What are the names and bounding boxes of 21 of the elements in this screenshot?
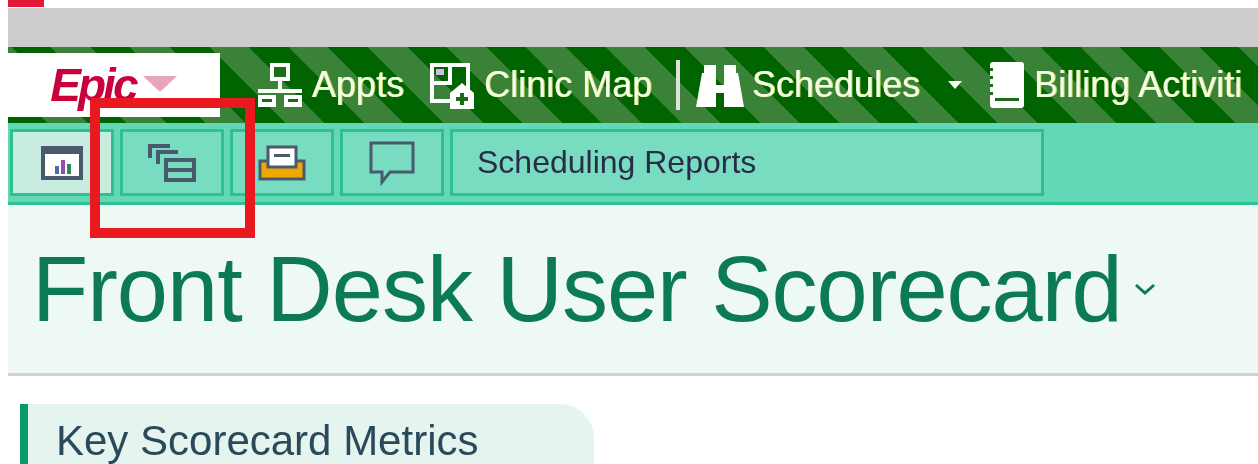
chevron-down-icon[interactable]	[1133, 283, 1156, 295]
speech-bubble-icon	[368, 139, 416, 186]
floor-plan-icon	[427, 61, 476, 109]
toolbar-button[interactable]: Appts	[247, 61, 412, 109]
tab[interactable]: Scheduling Reports	[450, 129, 1044, 196]
tab[interactable]	[120, 129, 224, 196]
toolbar-button[interactable]: Clinic Map	[419, 61, 660, 109]
tab[interactable]	[10, 129, 114, 196]
inbox-icon	[258, 144, 306, 181]
network-icon	[255, 61, 304, 109]
tab-marker	[8, 0, 44, 7]
stacked-windows-icon	[148, 143, 196, 182]
page-title: Front Desk User Scorecard	[32, 236, 1122, 342]
binoculars-icon	[695, 63, 744, 107]
tab[interactable]	[230, 129, 334, 196]
toolbar-button[interactable]: Schedules	[687, 63, 970, 107]
section-title: Key Scorecard Metrics	[56, 417, 479, 464]
dashboard-icon	[41, 145, 83, 180]
toolbar-button[interactable]: Billing Activiti	[977, 60, 1250, 110]
tab[interactable]	[340, 129, 444, 196]
caret-icon	[143, 76, 178, 94]
